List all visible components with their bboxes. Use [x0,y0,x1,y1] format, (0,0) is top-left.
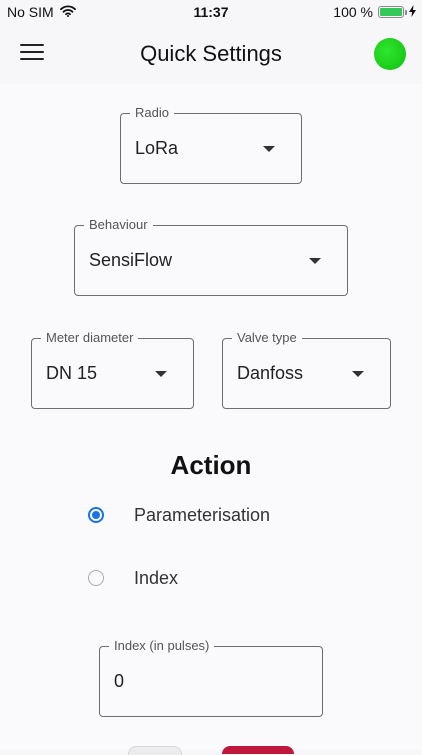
charging-icon [409,4,416,20]
status-bar: No SIM 11:37 100 % [0,0,422,26]
option-index-label: Index [134,567,179,588]
option-parameterisation-label: Parameterisation [134,504,271,525]
meter-diameter-value: DN 15 [46,363,98,383]
radio-select[interactable]: Radio LoRa [120,105,302,184]
behaviour-select[interactable]: Behaviour SensiFlow [74,217,348,296]
index-input-label: Index (in pulses) [109,638,215,654]
meter-diameter-select[interactable]: Meter diameter DN 15 [31,330,194,409]
battery-percent: 100 % [333,4,373,20]
dropdown-arrow-icon [263,145,275,152]
radio-button-unselected[interactable] [88,570,104,586]
status-right: 100 % [333,4,416,20]
primary-button[interactable] [222,746,294,754]
battery-icon [378,6,407,18]
connection-status-indicator [374,38,406,70]
option-index[interactable]: Index [88,563,178,593]
index-input[interactable]: Index (in pulses) 0 [99,638,323,717]
dropdown-arrow-icon [352,370,364,377]
dropdown-arrow-icon [155,370,167,377]
secondary-button[interactable] [128,746,182,755]
dropdown-arrow-icon [309,257,321,264]
index-input-value: 0 [114,671,125,691]
valve-type-select[interactable]: Valve type Danfoss [222,330,391,409]
behaviour-value: SensiFlow [89,250,173,270]
action-heading: Action [170,450,252,480]
radio-button-selected[interactable] [88,507,104,523]
radio-value: LoRa [135,138,179,158]
quick-settings-form: Radio LoRa Behaviour SensiFlow Meter dia… [0,84,422,755]
valve-type-value: Danfoss [237,363,304,383]
option-parameterisation[interactable]: Parameterisation [88,500,270,530]
page-title: Quick Settings [140,41,282,66]
app-bar: Quick Settings [0,26,422,84]
